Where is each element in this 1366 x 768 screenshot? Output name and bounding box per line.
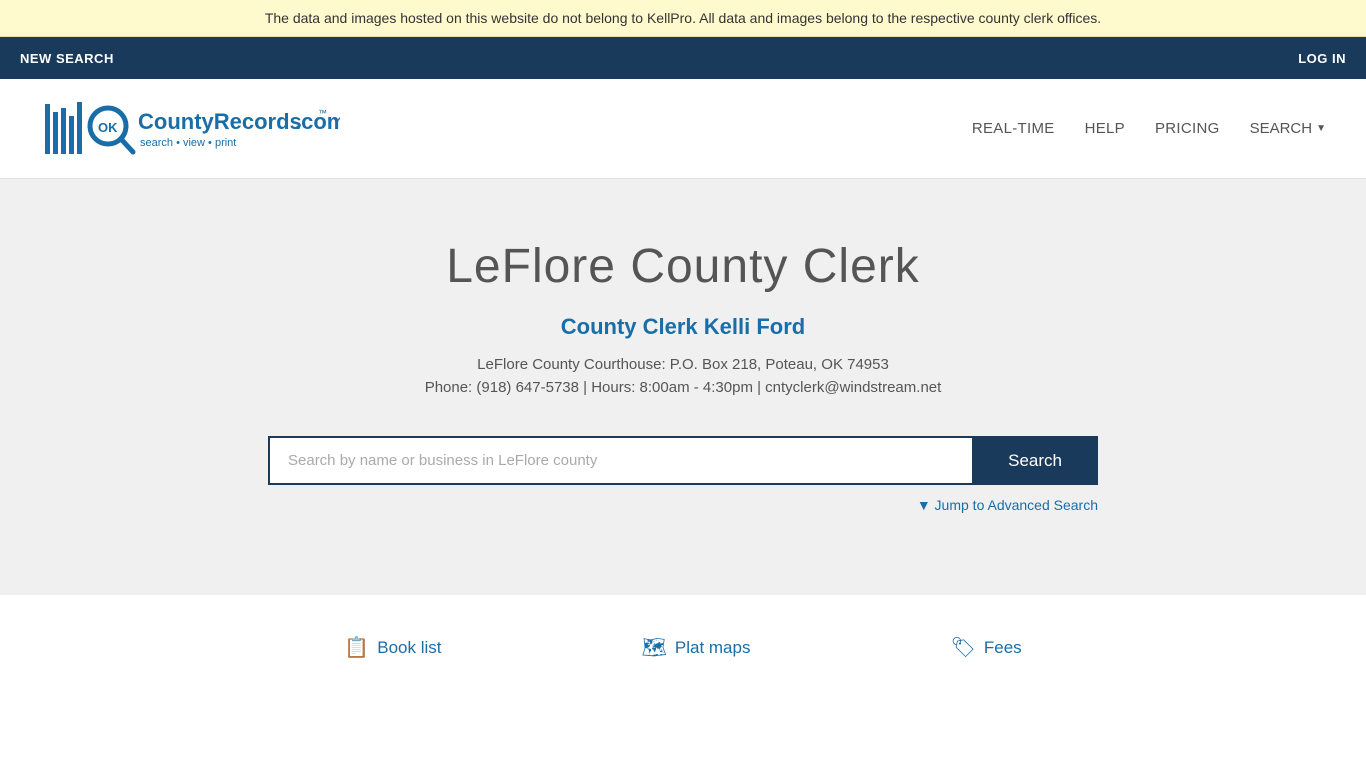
fees-icon: 🏷: [950, 635, 975, 660]
svg-text:search • view • print: search • view • print: [140, 137, 236, 149]
top-nav: NEW SEARCH LOG IN: [0, 37, 1366, 79]
search-nav-dropdown[interactable]: SEARCH ▼: [1250, 120, 1326, 137]
footer-links-section: 📋 Book list 🗺 Plat maps 🏷 Fees: [0, 595, 1366, 700]
clerk-contact: Phone: (918) 647-5738 | Hours: 8:00am - …: [20, 379, 1346, 396]
new-search-link[interactable]: NEW SEARCH: [20, 51, 114, 66]
search-input[interactable]: [268, 436, 972, 485]
chevron-down-icon: ▼: [1316, 123, 1326, 134]
search-bar: Search: [268, 436, 1098, 485]
plat-maps-icon: 🗺: [641, 635, 666, 660]
svg-text:CountyRecords: CountyRecords: [138, 109, 302, 134]
notice-banner: The data and images hosted on this websi…: [0, 0, 1366, 37]
advanced-search-link-container: ▼ Jump to Advanced Search: [268, 497, 1098, 515]
site-header: OK CountyRecords .com search • view • pr…: [0, 79, 1366, 179]
book-list-label: Book list: [377, 638, 441, 658]
advanced-search-link[interactable]: ▼ Jump to Advanced Search: [917, 497, 1098, 513]
hero-section: LeFlore County Clerk County Clerk Kelli …: [0, 179, 1366, 595]
search-nav-label: SEARCH: [1250, 120, 1313, 137]
book-list-icon: 📋: [344, 635, 369, 660]
svg-text:OK: OK: [98, 120, 118, 135]
log-in-link[interactable]: LOG IN: [1298, 51, 1346, 66]
fees-link[interactable]: 🏷 Fees: [950, 635, 1021, 660]
logo-area[interactable]: OK CountyRecords .com search • view • pr…: [40, 94, 340, 164]
plat-maps-label: Plat maps: [675, 638, 751, 658]
banner-text: The data and images hosted on this websi…: [265, 10, 1101, 26]
clerk-address: LeFlore County Courthouse: P.O. Box 218,…: [20, 356, 1346, 373]
realtime-nav-link[interactable]: REAL-TIME: [972, 120, 1055, 137]
clerk-name: County Clerk Kelli Ford: [20, 314, 1346, 340]
help-nav-link[interactable]: HELP: [1085, 120, 1125, 137]
county-title: LeFlore County Clerk: [20, 239, 1346, 294]
pricing-nav-link[interactable]: PRICING: [1155, 120, 1220, 137]
svg-text:™: ™: [318, 108, 327, 118]
search-button[interactable]: Search: [972, 436, 1098, 485]
main-nav: REAL-TIME HELP PRICING SEARCH ▼: [972, 120, 1326, 137]
fees-label: Fees: [984, 638, 1022, 658]
site-logo: OK CountyRecords .com search • view • pr…: [40, 94, 340, 164]
plat-maps-link[interactable]: 🗺 Plat maps: [641, 635, 750, 660]
book-list-link[interactable]: 📋 Book list: [344, 635, 441, 660]
